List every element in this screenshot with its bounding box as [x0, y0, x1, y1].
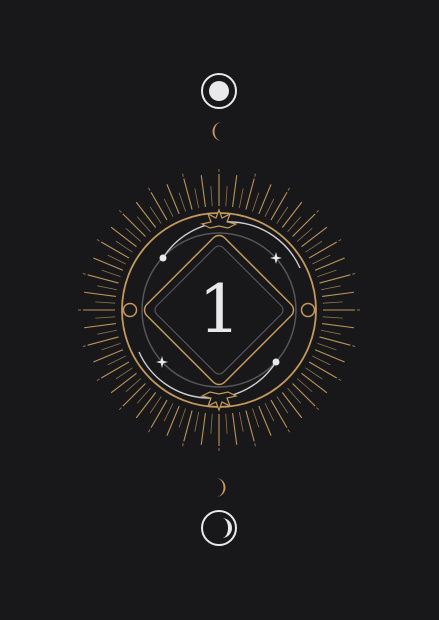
sun-ray — [210, 186, 213, 207]
sun-ray — [305, 240, 323, 253]
sun-ray — [292, 383, 316, 407]
sun-ray — [100, 361, 130, 379]
sun-ray — [258, 405, 272, 436]
sun-ray — [252, 408, 260, 428]
sun-ray — [281, 201, 303, 228]
sun-ray — [276, 206, 289, 224]
sun-ray — [225, 186, 228, 207]
sun-ray — [163, 198, 174, 217]
card: 1 — [0, 0, 439, 620]
sun-ray-dot — [254, 443, 256, 447]
sun-ray — [107, 254, 126, 265]
sun-ray — [292, 213, 316, 237]
sun-ray — [232, 175, 238, 207]
sun-ray-dot — [148, 187, 151, 191]
full-moon-icon — [201, 73, 237, 109]
sun-ray — [270, 191, 288, 221]
sun-ray — [149, 206, 162, 224]
sun-ray — [314, 257, 345, 271]
sun-ray-dot — [148, 429, 151, 433]
sun-ray — [264, 198, 275, 217]
sun-ray — [238, 411, 244, 432]
sun-ray — [122, 213, 146, 237]
sun-ray — [110, 226, 137, 248]
sun-ray — [270, 399, 288, 429]
sun-ray — [301, 372, 328, 394]
waning-crescent-icon — [216, 478, 226, 497]
sun-ray — [100, 241, 130, 259]
sun-ray — [200, 175, 206, 207]
sun-ray — [115, 240, 133, 253]
sun-ray — [93, 349, 124, 363]
sun-ray — [308, 361, 338, 379]
sun-ray — [150, 191, 168, 221]
sun-ray — [281, 392, 303, 419]
sun-ray — [305, 367, 323, 380]
sun-ray — [252, 192, 260, 212]
sun-ray-dot — [316, 407, 320, 411]
sun-ray — [312, 254, 331, 265]
sun-ray-dot — [182, 443, 184, 447]
sun-ray — [110, 372, 137, 394]
sun-ray-dot — [316, 209, 320, 213]
sun-ray — [200, 413, 206, 445]
sun-ray-dot — [338, 378, 342, 381]
sun-ray — [135, 201, 157, 228]
sun-ray — [245, 178, 255, 210]
sun-ray-dot — [118, 209, 122, 213]
sun-ray-dot — [254, 173, 256, 177]
sun-ray — [149, 396, 162, 414]
sun-ray — [166, 405, 180, 436]
card-number: 1 — [198, 271, 241, 348]
sun-ray — [245, 410, 255, 442]
sun-ray — [150, 399, 168, 429]
sun-ray — [314, 349, 345, 363]
sun-ray — [183, 178, 193, 210]
sun-ray-dot — [287, 187, 290, 191]
sun-ray — [166, 184, 180, 215]
sun-ray-dot — [182, 173, 184, 177]
sun-ray — [93, 257, 124, 271]
sun-ray — [238, 188, 244, 209]
sun-ray-dot — [96, 378, 100, 381]
crescent-moon-icon — [201, 510, 237, 546]
sun-ray-dot — [118, 407, 122, 411]
sun-ray — [264, 403, 275, 422]
sun-ray — [210, 413, 213, 434]
sun-ray-dot — [96, 239, 100, 242]
sun-ray — [122, 383, 146, 407]
sun-ray — [312, 355, 331, 366]
sun-ray — [194, 188, 200, 209]
sun-ray-dot — [338, 239, 342, 242]
sun-ray — [135, 392, 157, 419]
sun-ray — [183, 410, 193, 442]
sun-ray — [178, 408, 186, 428]
sun-ray — [301, 226, 328, 248]
sun-ray — [163, 403, 174, 422]
sun-ray — [115, 367, 133, 380]
sun-ray — [194, 411, 200, 432]
sun-ray — [178, 192, 186, 212]
sun-ray — [308, 241, 338, 259]
sun-ray — [225, 413, 228, 434]
waxing-crescent-icon — [212, 122, 222, 141]
sun-ray — [232, 413, 238, 445]
sun-ray — [258, 184, 272, 215]
sun-ray — [107, 355, 126, 366]
sun-ray — [276, 396, 289, 414]
sun-ray-dot — [287, 429, 290, 433]
